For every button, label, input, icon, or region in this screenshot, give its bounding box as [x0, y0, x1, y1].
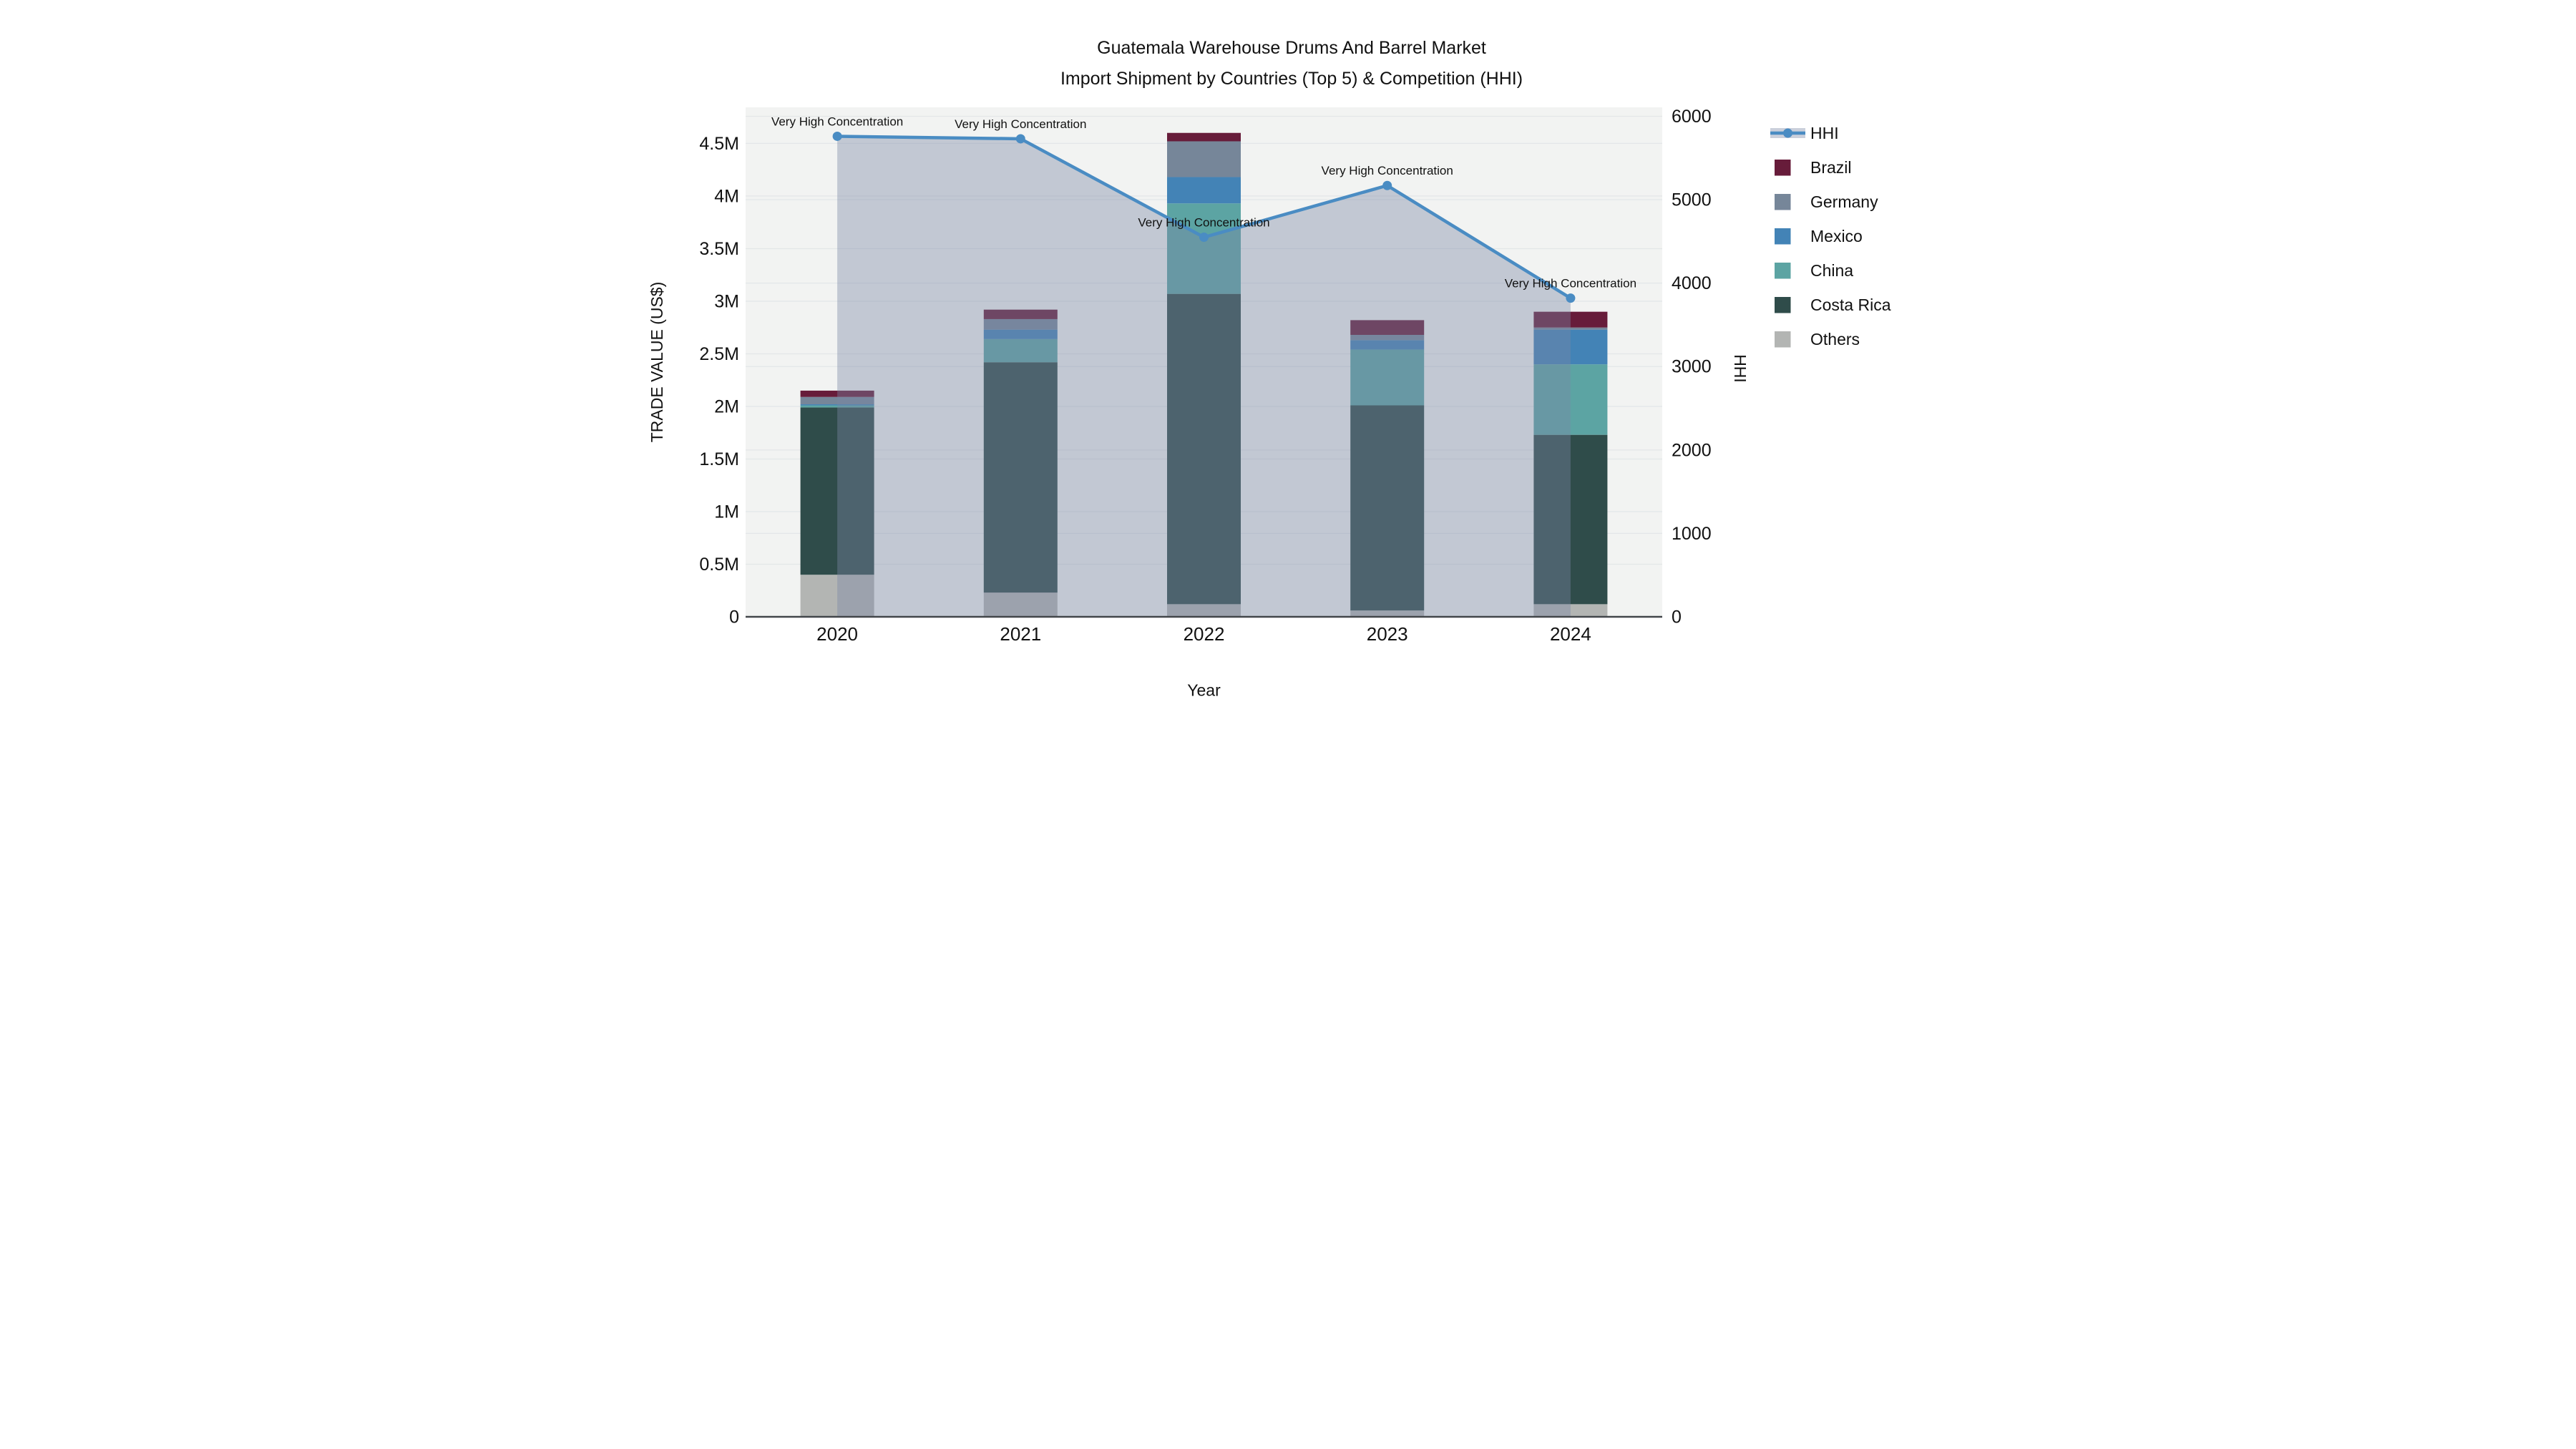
legend-swatch-china	[1775, 263, 1791, 279]
legend-item-mexico[interactable]: Mexico	[1775, 227, 1863, 245]
legend-item-hhi[interactable]: HHI	[1770, 124, 1839, 142]
y-left-tick-9: 4.5M	[699, 134, 739, 154]
x-tick-2021: 2021	[1000, 623, 1041, 645]
y-left-tick-2: 1M	[714, 502, 739, 522]
y-right-tick-5: 5000	[1672, 190, 1712, 210]
chart-title-line2: Import Shipment by Countries (Top 5) & C…	[1060, 69, 1523, 89]
legend-item-brazil[interactable]: Brazil	[1775, 158, 1852, 177]
hhi-marker-2022[interactable]	[1199, 233, 1209, 243]
bar-2022-mexico[interactable]	[1167, 177, 1241, 204]
legend-swatch-mexico	[1775, 228, 1791, 245]
y-left-axis-title: TRADE VALUE (US$)	[648, 282, 666, 443]
hhi-marker-2021[interactable]	[1015, 134, 1025, 144]
x-tick-2023: 2023	[1367, 623, 1408, 645]
y-left-tick-8: 4M	[714, 186, 739, 206]
y-right-axis-title: HHI	[1731, 354, 1750, 383]
x-tick-2020: 2020	[816, 623, 858, 645]
chart-figure: Guatemala Warehouse Drums And Barrel Mar…	[644, 0, 1932, 725]
y-left-tick-6: 3M	[714, 291, 739, 311]
legend-item-costa-rica[interactable]: Costa Rica	[1775, 296, 1891, 314]
bar-2022-brazil[interactable]	[1167, 132, 1241, 142]
y-left-tick-7: 3.5M	[699, 239, 739, 259]
y-left-tick-3: 1.5M	[699, 449, 739, 469]
x-tick-2022: 2022	[1184, 623, 1225, 645]
hhi-marker-2020[interactable]	[832, 131, 842, 141]
legend-swatch-others	[1775, 331, 1791, 348]
plot-area: Very High Concentration Very High Concent…	[699, 107, 1711, 645]
annotation-2022: Very High Concentration	[1138, 216, 1269, 230]
legend-label-germany: Germany	[1810, 192, 1878, 211]
annotation-2023: Very High Concentration	[1322, 164, 1453, 177]
y-right-tick-3: 3000	[1672, 357, 1712, 377]
y-right-tick-0: 0	[1672, 608, 1682, 628]
combo-chart: Guatemala Warehouse Drums And Barrel Mar…	[648, 38, 1891, 700]
legend-swatch-costa-rica	[1775, 297, 1791, 313]
y-left-tick-4: 2M	[714, 396, 739, 416]
annotation-2021: Very High Concentration	[955, 117, 1086, 131]
annotation-2020: Very High Concentration	[771, 114, 903, 128]
legend-label-others: Others	[1810, 330, 1860, 348]
y-right-tick-1: 1000	[1672, 524, 1712, 544]
y-right-tick-4: 4000	[1672, 273, 1712, 293]
y-left-tick-1: 0.5M	[699, 555, 739, 575]
legend-label-mexico: Mexico	[1810, 227, 1863, 245]
y-right-tick-6: 6000	[1672, 107, 1712, 127]
legend: HHI Brazil Germany Mexico China Costa Rica Oth…	[1770, 124, 1891, 348]
legend-swatch-brazil	[1775, 160, 1791, 176]
chart-title-line1: Guatemala Warehouse Drums And Barrel Mar…	[1097, 38, 1486, 58]
y-left-tick-5: 2.5M	[699, 344, 739, 364]
legend-hhi-marker-icon	[1783, 128, 1792, 138]
legend-label-brazil: Brazil	[1810, 158, 1852, 177]
annotation-2024: Very High Concentration	[1505, 277, 1636, 291]
x-tick-2024: 2024	[1550, 623, 1591, 645]
x-axis-title: Year	[1187, 681, 1221, 700]
legend-label-costa-rica: Costa Rica	[1810, 296, 1891, 314]
y-right-tick-2: 2000	[1672, 440, 1712, 460]
legend-item-germany[interactable]: Germany	[1775, 192, 1878, 211]
legend-item-china[interactable]: China	[1775, 261, 1853, 280]
y-left-tick-0: 0	[729, 608, 739, 628]
bar-2022-germany[interactable]	[1167, 141, 1241, 177]
legend-swatch-germany	[1775, 194, 1791, 210]
hhi-marker-2024[interactable]	[1566, 293, 1576, 303]
hhi-marker-2023[interactable]	[1382, 180, 1392, 190]
legend-label-china: China	[1810, 261, 1853, 280]
legend-label-hhi: HHI	[1810, 124, 1839, 142]
legend-item-others[interactable]: Others	[1775, 330, 1860, 348]
